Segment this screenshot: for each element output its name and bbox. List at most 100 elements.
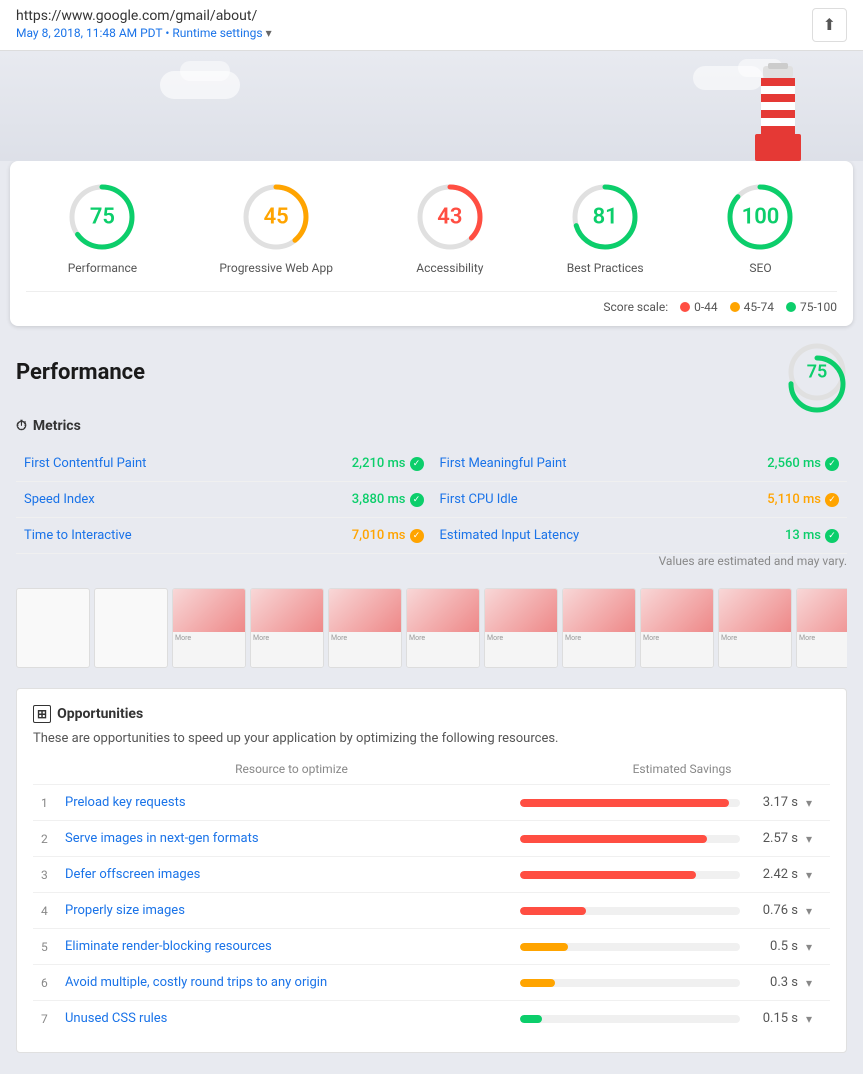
opp-bar-container — [520, 943, 740, 951]
meta-info: May 8, 2018, 11:48 AM PDT • Runtime sett… — [16, 26, 272, 40]
opp-chevron-icon[interactable]: ▾ — [806, 796, 822, 810]
opp-header: ⊞ Opportunities — [33, 705, 830, 723]
share-button[interactable]: ⬆ — [812, 8, 847, 42]
metric-row: First Contentful Paint 2,210 ms ✓ — [16, 446, 432, 482]
opp-row[interactable]: 2 Serve images in next-gen formats 2.57 … — [33, 820, 830, 856]
section-title: Performance 75 — [16, 342, 847, 402]
opportunities-section: ⊞ Opportunities These are opportunities … — [16, 688, 847, 1053]
scale-row: Score scale: 0-44 45-74 75-100 — [26, 291, 837, 314]
page-url[interactable]: https://www.google.com/gmail/about/ — [16, 8, 272, 24]
opp-chevron-icon[interactable]: ▾ — [806, 1012, 822, 1026]
score-label-pwa: Progressive Web App — [219, 261, 333, 275]
filmstrip-frame: More — [250, 588, 324, 668]
opp-bar — [520, 799, 729, 807]
opp-bar-container — [520, 979, 740, 987]
frame-content-top — [329, 589, 401, 632]
status-dot: ✓ — [825, 457, 839, 471]
filmstrip: More More More More More More More More … — [16, 588, 847, 668]
opp-chevron-icon[interactable]: ▾ — [806, 832, 822, 846]
scale-range: 0-44 — [694, 300, 718, 314]
score-label-performance: Performance — [68, 261, 137, 275]
score-best_practices: 81 Best Practices — [567, 181, 644, 275]
opp-row[interactable]: 7 Unused CSS rules 0.15 s ▾ — [33, 1000, 830, 1036]
opp-savings: 2.57 s — [748, 831, 798, 846]
frame-content-top — [641, 589, 713, 632]
opp-num: 3 — [41, 868, 57, 882]
scale-dot — [730, 302, 740, 312]
opp-chevron-icon[interactable]: ▾ — [806, 940, 822, 954]
opp-bar-container — [520, 1015, 740, 1023]
opp-item-name: Defer offscreen images — [65, 867, 512, 882]
scores-card: 75 Performance 45 Progressive Web App 43… — [10, 161, 853, 326]
vary-note: Values are estimated and may vary. — [16, 554, 847, 568]
score-label-accessibility: Accessibility — [416, 261, 483, 275]
opp-bar-container — [520, 907, 740, 915]
scale-item-75-100: 75-100 — [786, 300, 837, 314]
score-performance: 75 Performance — [66, 181, 138, 275]
filmstrip-frame — [16, 588, 90, 668]
opp-chevron-icon[interactable]: ▾ — [806, 904, 822, 918]
opp-bar-container — [520, 871, 740, 879]
filmstrip-frame: More — [172, 588, 246, 668]
opp-savings: 0.15 s — [748, 1011, 798, 1026]
score-pwa: 45 Progressive Web App — [219, 181, 333, 275]
status-dot: ✓ — [410, 529, 424, 543]
score-number-accessibility: 43 — [437, 205, 462, 230]
opp-num: 4 — [41, 904, 57, 918]
opp-bar — [520, 943, 568, 951]
perf-score-number: 75 — [807, 362, 828, 383]
score-circle-pwa: 45 — [240, 181, 312, 253]
frame-content-bottom: More — [563, 632, 635, 667]
opp-bar — [520, 1015, 542, 1023]
frame-content-bottom: More — [719, 632, 791, 667]
score-label-best_practices: Best Practices — [567, 261, 644, 275]
filmstrip-frame — [94, 588, 168, 668]
metric-row: First Meaningful Paint 2,560 ms ✓ — [432, 446, 848, 482]
metric-name: Estimated Input Latency — [440, 528, 580, 543]
opp-bar-container — [520, 799, 740, 807]
frame-content-bottom: More — [173, 632, 245, 667]
metric-row: Estimated Input Latency 13 ms ✓ — [432, 518, 848, 554]
opp-row[interactable]: 5 Eliminate render-blocking resources 0.… — [33, 928, 830, 964]
opp-item-name: Preload key requests — [65, 795, 512, 810]
opp-row[interactable]: 3 Defer offscreen images 2.42 s ▾ — [33, 856, 830, 892]
filmstrip-frame: More — [640, 588, 714, 668]
opp-item-name: Properly size images — [65, 903, 512, 918]
status-dot: ✓ — [410, 493, 424, 507]
metric-value: 3,880 ms ✓ — [352, 492, 424, 507]
opp-chevron-icon[interactable]: ▾ — [806, 976, 822, 990]
opp-bar — [520, 907, 586, 915]
score-number-seo: 100 — [742, 205, 780, 230]
metric-value: 7,010 ms ✓ — [352, 528, 424, 543]
scale-label: Score scale: — [603, 300, 668, 314]
opp-num: 6 — [41, 976, 57, 990]
metric-value: 2,560 ms ✓ — [767, 456, 839, 471]
score-number-performance: 75 — [90, 205, 115, 230]
scale-range: 45-74 — [744, 300, 774, 314]
score-circle-best_practices: 81 — [569, 181, 641, 253]
metrics-label: Metrics — [33, 418, 81, 434]
url-link[interactable]: https://www.google.com/gmail/about/ — [16, 8, 257, 24]
opp-item-name: Avoid multiple, costly round trips to an… — [65, 975, 512, 990]
opp-chevron-icon[interactable]: ▾ — [806, 868, 822, 882]
score-number-best_practices: 81 — [593, 205, 618, 230]
filmstrip-frame: More — [562, 588, 636, 668]
frame-content-bottom: More — [407, 632, 479, 667]
opp-num: 1 — [41, 796, 57, 810]
status-dot: ✓ — [410, 457, 424, 471]
opp-savings: 0.5 s — [748, 939, 798, 954]
lighthouse-header — [0, 51, 863, 161]
cloud-2 — [180, 61, 230, 81]
opp-row[interactable]: 1 Preload key requests 3.17 s ▾ — [33, 784, 830, 820]
frame-content-top — [251, 589, 323, 632]
opp-item-name: Eliminate render-blocking resources — [65, 939, 512, 954]
opp-rows: 1 Preload key requests 3.17 s ▾ 2 Serve … — [33, 784, 830, 1036]
top-bar: https://www.google.com/gmail/about/ May … — [0, 0, 863, 51]
metric-row: Speed Index 3,880 ms ✓ — [16, 482, 432, 518]
score-accessibility: 43 Accessibility — [414, 181, 486, 275]
opp-row[interactable]: 6 Avoid multiple, costly round trips to … — [33, 964, 830, 1000]
runtime-settings-link[interactable]: Runtime settings — [172, 26, 262, 40]
opp-row[interactable]: 4 Properly size images 0.76 s ▾ — [33, 892, 830, 928]
opp-num: 2 — [41, 832, 57, 846]
metric-row: First CPU Idle 5,110 ms ✓ — [432, 482, 848, 518]
